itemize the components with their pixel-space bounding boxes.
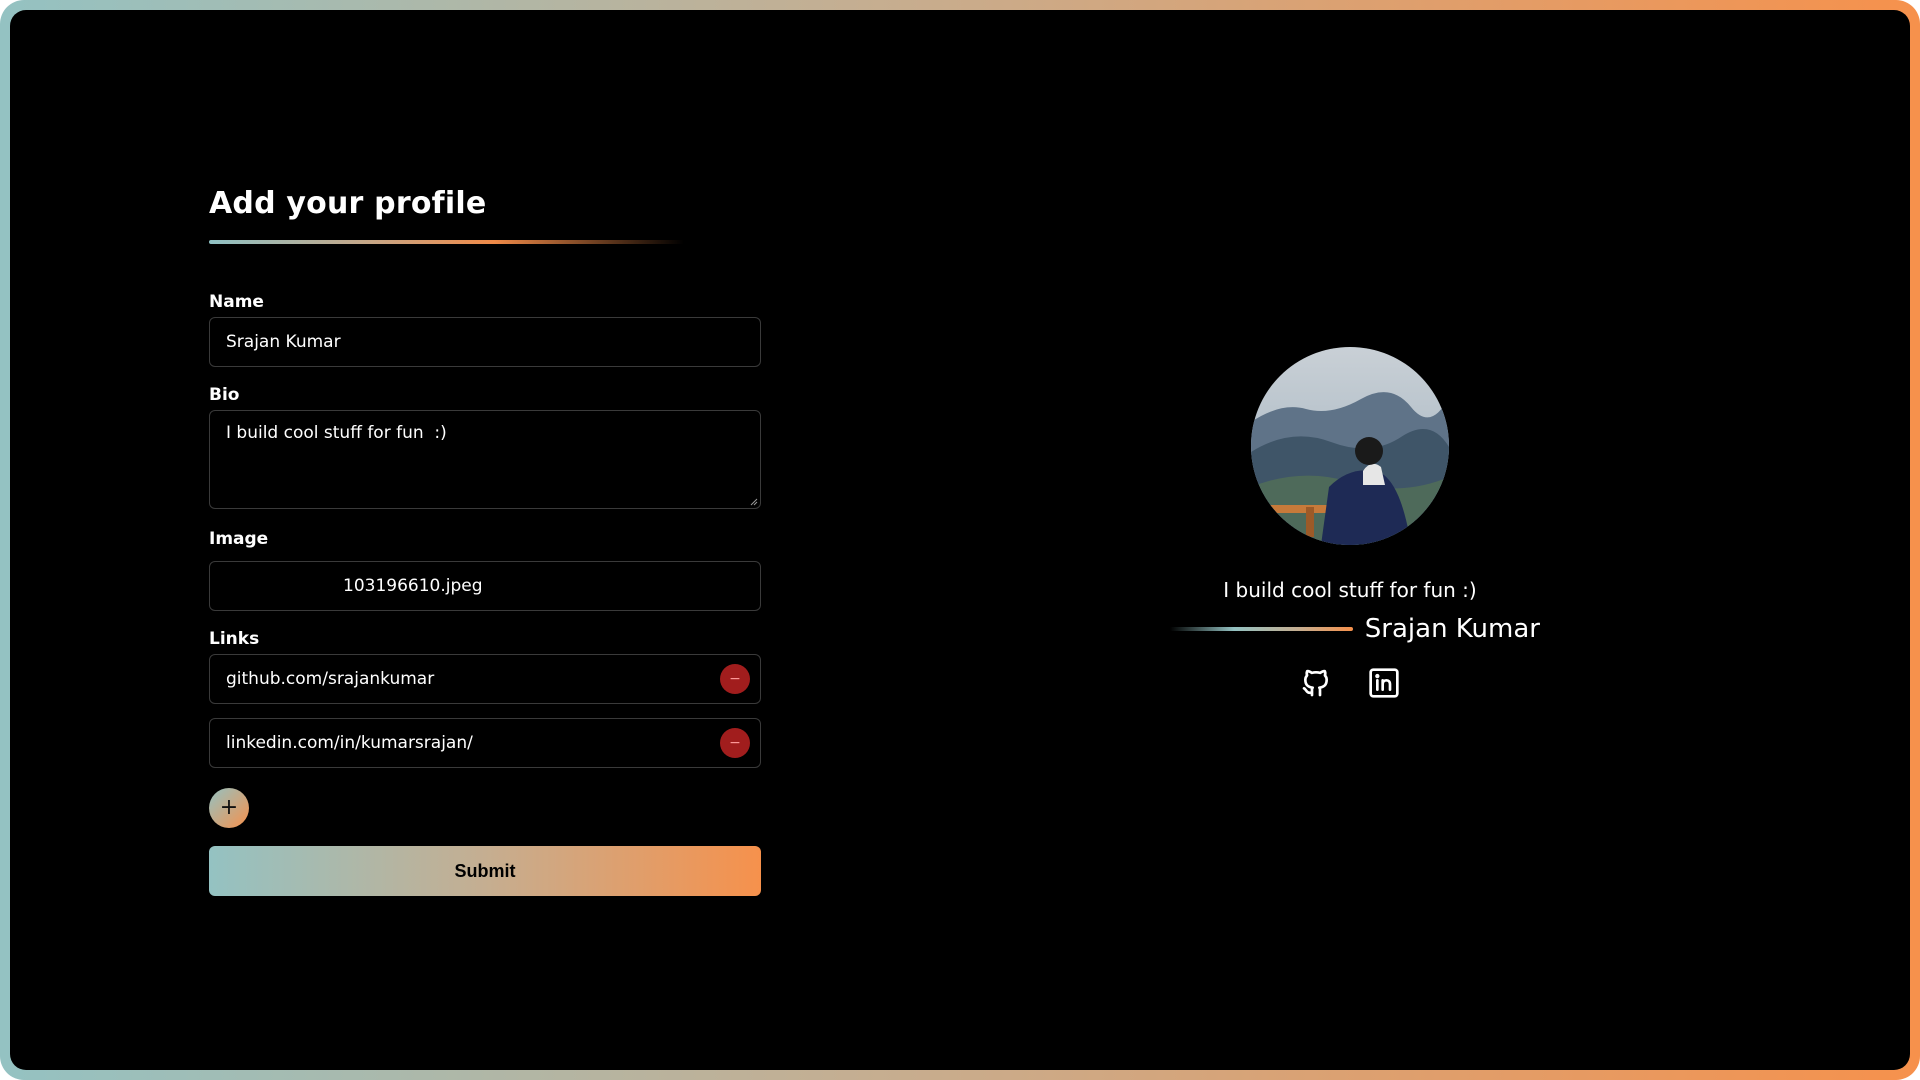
profile-preview: I build cool stuff for fun :) Srajan Kum…: [1160, 347, 1540, 699]
link-input[interactable]: github.com/srajankumar −: [209, 654, 761, 704]
preview-name: Srajan Kumar: [1364, 614, 1540, 644]
page-title: Add your profile: [209, 186, 487, 221]
resize-handle-icon[interactable]: [750, 498, 758, 506]
link-input-value: linkedin.com/in/kumarsrajan/: [226, 733, 473, 753]
image-filename: 103196610.jpeg: [343, 576, 483, 596]
avatar-photo: [1251, 347, 1449, 545]
preview-name-row: Srajan Kumar: [1160, 614, 1540, 644]
add-link-button[interactable]: +: [209, 788, 249, 828]
linkedin-icon[interactable]: [1368, 667, 1400, 699]
links-label: Links: [209, 629, 260, 649]
minus-icon: −: [729, 735, 741, 751]
profile-form: Add your profile Name Srajan Kumar Bio I…: [209, 186, 761, 896]
remove-link-button[interactable]: −: [720, 664, 750, 694]
image-file-input[interactable]: 103196610.jpeg: [209, 561, 761, 611]
app-canvas: Add your profile Name Srajan Kumar Bio I…: [10, 10, 1910, 1070]
github-icon[interactable]: [1300, 667, 1332, 699]
name-label: Name: [209, 292, 264, 312]
social-links: [1160, 667, 1540, 699]
link-input-value: github.com/srajankumar: [226, 669, 435, 689]
name-input[interactable]: Srajan Kumar: [209, 317, 761, 367]
app-frame: Add your profile Name Srajan Kumar Bio I…: [0, 0, 1920, 1080]
name-accent-line: [1170, 627, 1353, 631]
preview-bio: I build cool stuff for fun :): [1223, 578, 1477, 602]
remove-link-button[interactable]: −: [720, 728, 750, 758]
image-label: Image: [209, 529, 269, 549]
name-input-value: Srajan Kumar: [226, 332, 341, 352]
minus-icon: −: [729, 671, 741, 687]
submit-button[interactable]: Submit: [209, 846, 761, 896]
title-underline: [209, 240, 684, 244]
bio-textarea[interactable]: I build cool stuff for fun :): [209, 410, 761, 509]
plus-icon: +: [219, 795, 239, 820]
link-input[interactable]: linkedin.com/in/kumarsrajan/ −: [209, 718, 761, 768]
bio-label: Bio: [209, 385, 240, 405]
bio-textarea-value: I build cool stuff for fun :): [226, 423, 447, 443]
avatar: [1251, 347, 1449, 545]
